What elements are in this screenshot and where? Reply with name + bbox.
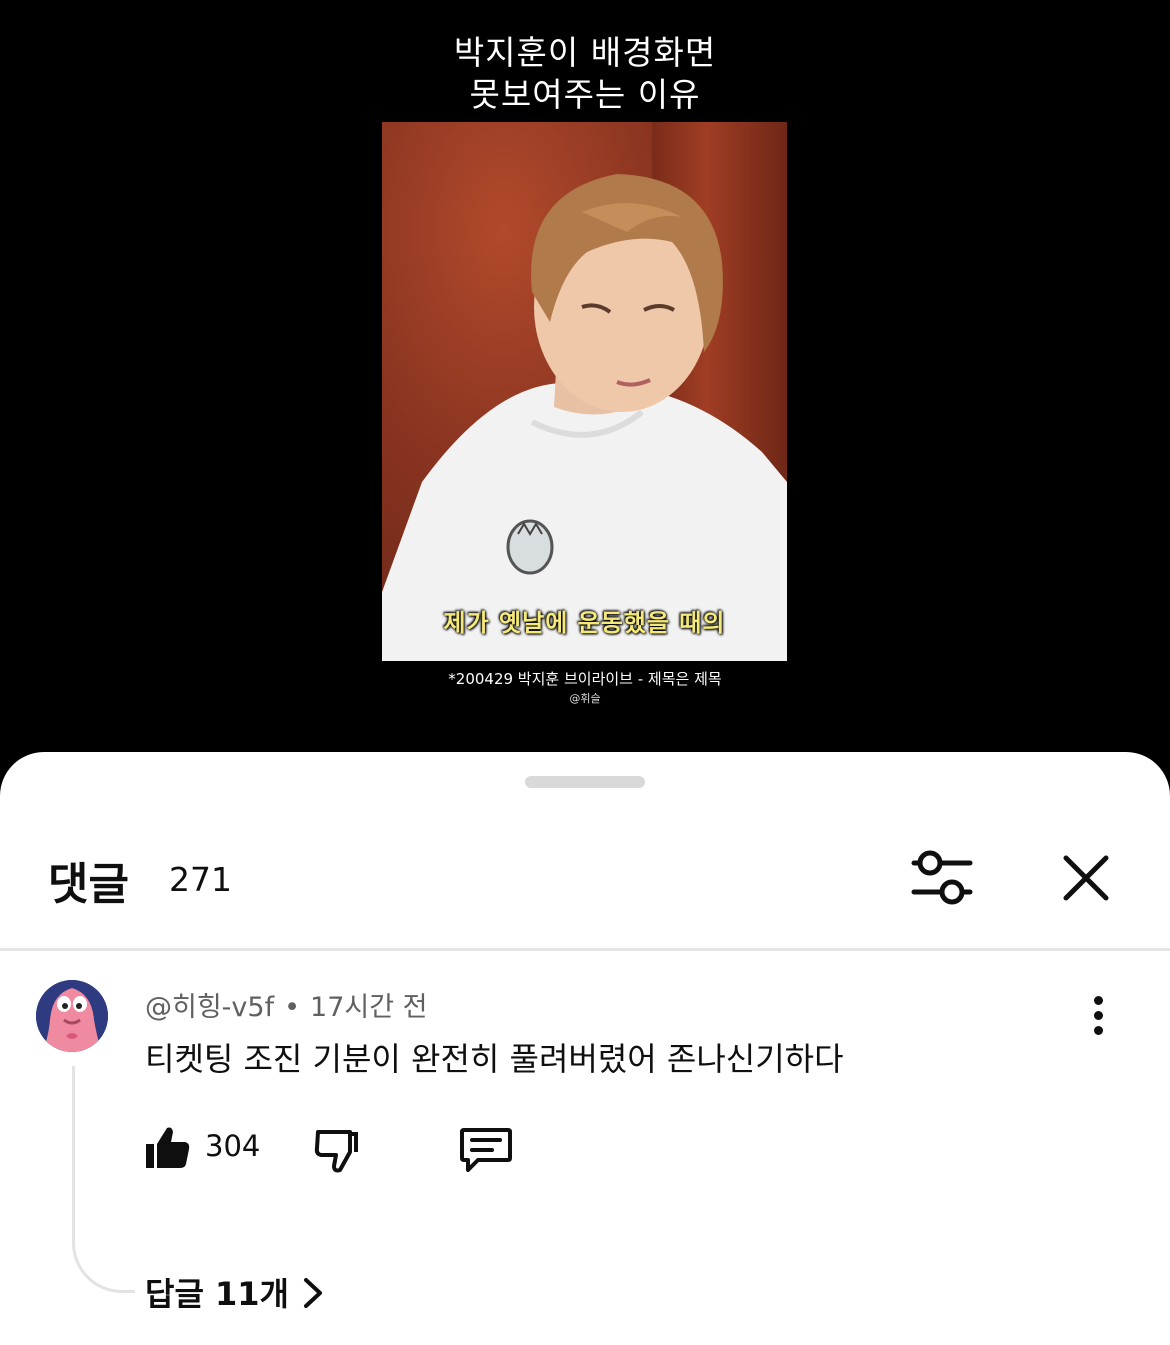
video-credit-handle: @휘슬 <box>569 692 601 705</box>
video-title-line2: 못보여주는 이유 <box>469 75 701 114</box>
video-credit: *200429 박지훈 브이라이브 - 제목은 제목 <box>448 670 722 688</box>
comment-time: 17시간 전 <box>310 992 428 1023</box>
comments-count: 271 <box>169 860 232 899</box>
like-icon[interactable] <box>143 1122 191 1170</box>
reply-thread-line <box>72 1066 135 1293</box>
avatar[interactable] <box>36 980 108 1052</box>
chevron-right-icon[interactable] <box>298 1276 328 1310</box>
video-player[interactable]: 박지훈이 배경화면 못보여주는 이유 제가 옛날에 운동했을 때의 *20042… <box>0 0 1170 760</box>
comment-author[interactable]: @히힝-v5f <box>145 992 274 1023</box>
close-icon[interactable] <box>1060 852 1112 904</box>
video-title-overlay: 박지훈이 배경화면 못보여주는 이유 <box>0 32 1170 116</box>
reply-icon[interactable] <box>458 1124 514 1174</box>
more-options-icon[interactable] <box>1086 996 1110 1036</box>
dislike-icon[interactable] <box>312 1124 362 1174</box>
video-person-image <box>382 174 787 661</box>
meta-separator: • <box>284 992 301 1023</box>
drag-handle[interactable] <box>525 776 645 788</box>
video-subtitle: 제가 옛날에 운동했을 때의 <box>443 609 726 637</box>
video-frame <box>382 122 787 661</box>
comment-meta: @히힝-v5f • 17시간 전 <box>145 985 428 1024</box>
comments-sheet: 댓글 271 @히힝-v5f • 17시간 전 티켓팅 조진 기분이 완전히 풀… <box>0 752 1170 1345</box>
comments-title: 댓글 <box>48 859 129 910</box>
video-title-line1: 박지훈이 배경화면 <box>453 33 717 72</box>
comment-text: 티켓팅 조진 기분이 완전히 풀려버렸어 존나신기하다 <box>145 1040 844 1078</box>
header-divider <box>0 948 1170 951</box>
sliders-icon[interactable] <box>908 848 976 910</box>
view-replies-button[interactable]: 답글 11개 <box>145 1269 289 1315</box>
like-count: 304 <box>205 1129 261 1163</box>
